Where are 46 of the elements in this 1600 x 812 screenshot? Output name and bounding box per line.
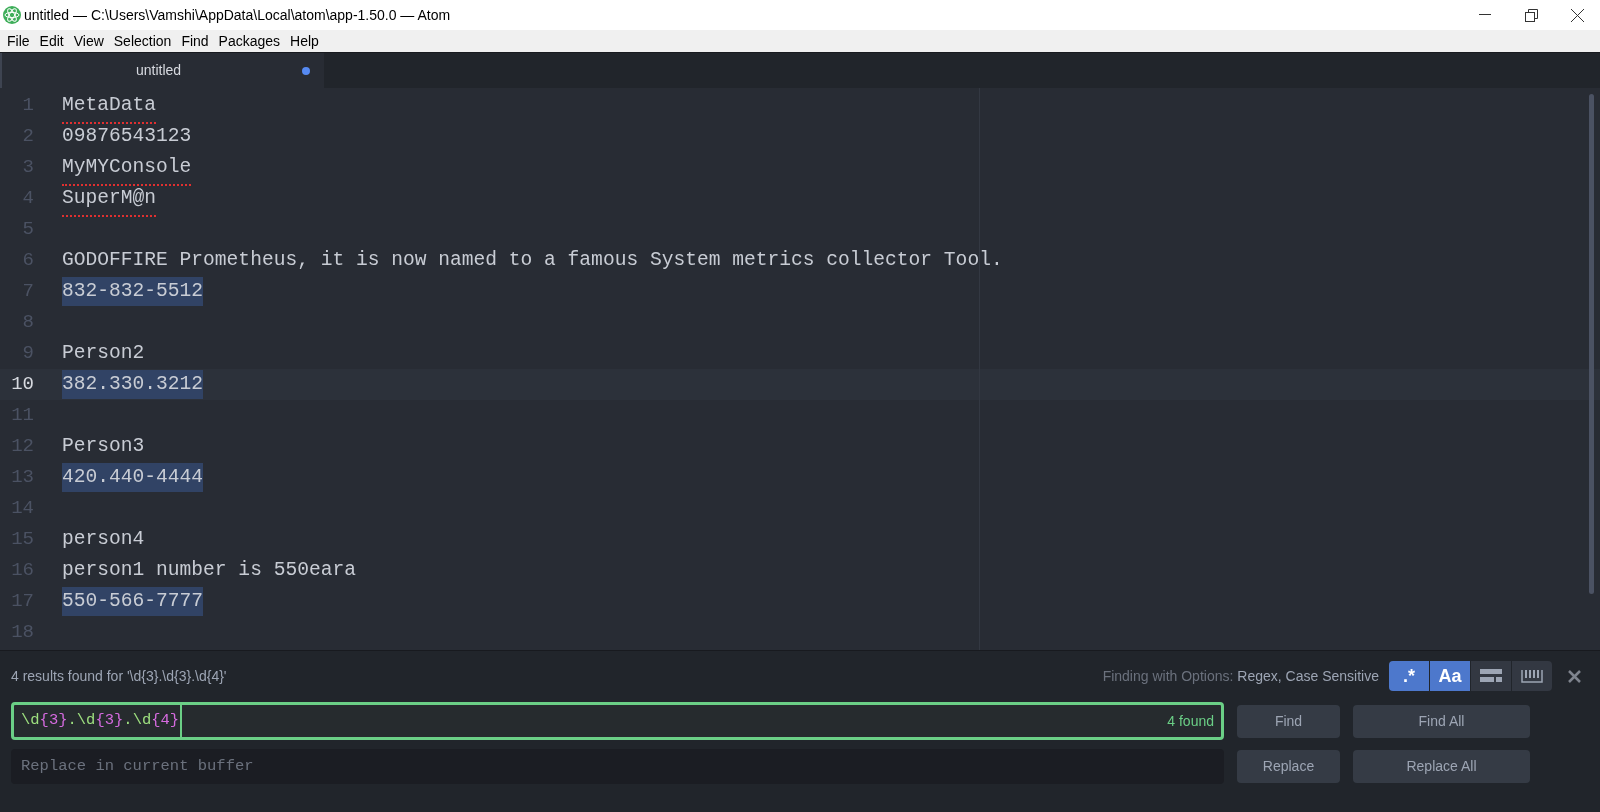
code-text: person1 number is 550eara: [62, 557, 356, 583]
search-match: 550-566-7777: [62, 586, 204, 617]
menu-item[interactable]: Find: [176, 30, 214, 52]
code-text: Person2: [62, 340, 145, 366]
search-match: 382.330.3212: [62, 369, 204, 400]
whole-word-toggle[interactable]: [1512, 661, 1552, 691]
close-icon[interactable]: [1568, 669, 1581, 683]
match-count: 4 found: [1167, 711, 1214, 731]
word-boundary-icon: [1521, 669, 1543, 683]
code-text: Person3: [62, 433, 145, 459]
option-toggle[interactable]: .*: [1389, 661, 1429, 691]
tab-title: untitled: [136, 61, 182, 80]
replace-button[interactable]: Replace: [1237, 749, 1340, 783]
menu-item[interactable]: Help: [285, 30, 324, 52]
close-icon: [1570, 8, 1584, 22]
code-text: person4: [62, 526, 145, 552]
replace-field[interactable]: Replace in current buffer: [11, 748, 1224, 784]
menu-item[interactable]: Packages: [213, 30, 286, 52]
code-text: SuperM@n: [62, 185, 157, 211]
find-button[interactable]: Find All: [1353, 704, 1530, 738]
in-selection-toggle[interactable]: [1471, 661, 1511, 691]
menu-item[interactable]: Edit: [34, 30, 69, 52]
minimize-icon: [1479, 14, 1491, 16]
menu-item[interactable]: Selection: [108, 30, 177, 52]
scrollbar-thumb-icon[interactable]: [1589, 94, 1594, 594]
atom-logo-icon: [3, 6, 21, 24]
code-text: GODOFFIRE Prometheus, it is now named to a famous System metrics collector Tool.: [62, 247, 1003, 273]
menu-item[interactable]: View: [68, 30, 109, 52]
code-text: 09876543123: [62, 123, 192, 149]
option-toggle[interactable]: Aa: [1430, 661, 1470, 691]
search-match: 832-832-5512: [62, 276, 204, 307]
code-text: MetaData: [62, 92, 157, 118]
find-field[interactable]: \d{3}.\d{3}.\d{4} 4 found: [11, 702, 1224, 740]
options-label: Finding with Options:: [1102, 666, 1234, 686]
replace-button[interactable]: Replace All: [1353, 749, 1530, 783]
code-text: MyMYConsole: [62, 154, 192, 180]
line-number: 10: [10, 372, 34, 398]
find-button[interactable]: Find: [1237, 704, 1340, 738]
lines-icon: [1480, 669, 1502, 683]
options-value: Regex, Case Sensitive: [1237, 666, 1379, 686]
results-summary: 4 results found for '\d{3}.\d{3}.\d{4}': [11, 666, 227, 686]
menu-item[interactable]: File: [2, 30, 35, 52]
restore-icon: [1524, 8, 1538, 22]
search-match: 420.440-4444: [62, 462, 204, 493]
editor-tab[interactable]: untitled: [0, 53, 324, 88]
window-title: untitled — C:\Users\Vamshi\AppData\Local\atom\app-1.50.0 — Atom: [24, 5, 451, 25]
